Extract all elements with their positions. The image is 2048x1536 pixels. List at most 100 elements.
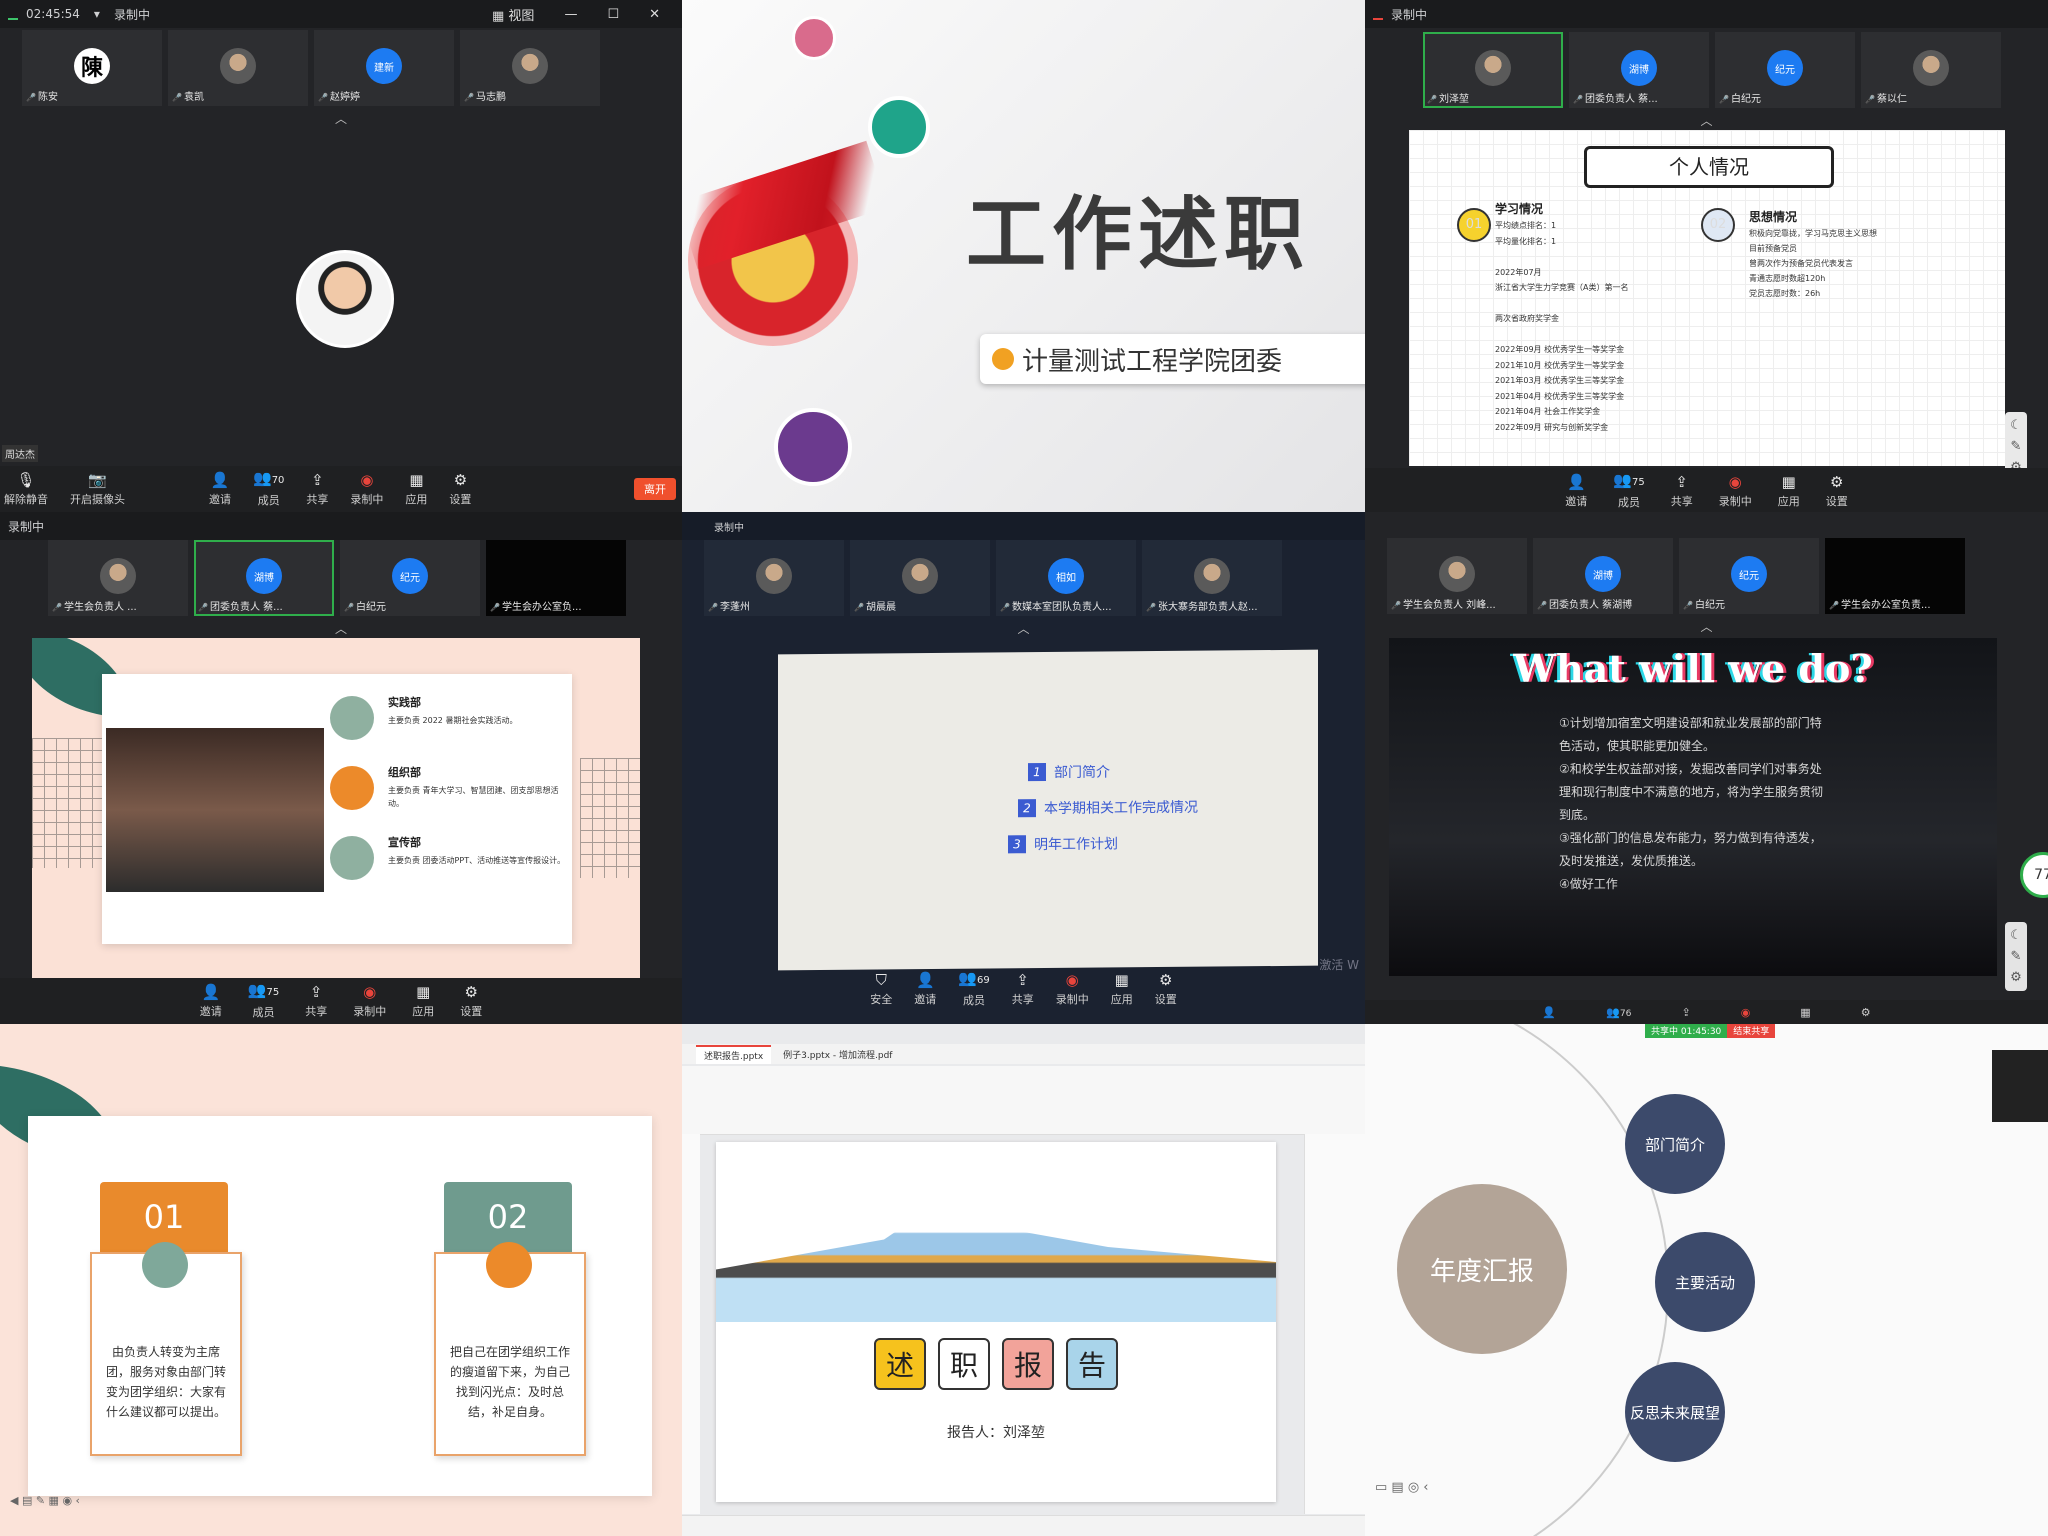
camera-button[interactable]: 📷 开启摄像头 (70, 472, 125, 507)
members-button[interactable]: 👥69 成员 (958, 970, 989, 1008)
participant-tile[interactable]: 纪元白纪元 (1715, 32, 1855, 108)
participant-tile[interactable]: 纪元白纪元 (1679, 538, 1819, 614)
apps-icon: ▦ (416, 982, 431, 1001)
study-list: 平均绩点排名：1 平均量化排名：1 2022年07月 浙江省大学生力学竞赛（A类）第… (1495, 218, 1628, 435)
participant-name: 团委负责人 蔡... (198, 598, 283, 613)
security-button[interactable]: ⛉ 安全 (870, 972, 892, 1007)
meeting-toolbar: ⛉ 安全 👤 邀请 👥69 成员 ⇪ 共享 ◉ 录制中 ▦ 应用 ⚙ 设置 (682, 966, 1365, 1012)
members-button[interactable]: 👥70 成员 (253, 470, 284, 508)
settings-button[interactable]: ⚙ 设置 (460, 984, 482, 1019)
members-button[interactable]: 👥76 (1606, 1006, 1631, 1019)
invite-button[interactable]: 👤 邀请 (1565, 474, 1587, 509)
view-button[interactable]: ▦ 视图 (492, 5, 534, 24)
participant-strip: 陳陈安 袁凯 建新赵婷婷 马志鹏 (14, 30, 682, 106)
agenda-text: 本学期相关工作完成情况 (1044, 799, 1198, 818)
share-button[interactable]: ⇪ 共享 (1671, 474, 1693, 509)
participant-tile[interactable]: 马志鹏 (460, 30, 600, 106)
dropdown-icon[interactable]: ▾ (94, 7, 100, 21)
topic-node[interactable]: 部门简介 (1625, 1094, 1725, 1194)
participant-tile[interactable]: 湖博团委负责人 蔡湖博 (1533, 538, 1673, 614)
apps-button[interactable]: ▦ 应用 (1778, 474, 1800, 509)
moon-icon[interactable]: ☾ (2010, 928, 2022, 943)
panel-5: 录制中 李蓬州 胡晨晨 相如数媒本室团队负责人... 张大寨务部负责人赵... … (682, 512, 1365, 1024)
settings-button[interactable]: ⚙ 设置 (449, 472, 471, 507)
panel-7-slide: 01 由负责人转变为主席团，服务对象由部门转变为团学组织：大家有什么建议都可以提出… (0, 1024, 682, 1536)
share-button[interactable]: ⇪ 共享 (1012, 972, 1034, 1007)
recording-button[interactable]: ◉ 录制中 (350, 472, 383, 507)
participant-tile[interactable]: 相如数媒本室团队负责人... (996, 540, 1136, 616)
gear-icon[interactable]: ⚙ (1861, 1006, 1871, 1019)
invite-button[interactable]: 👤 邀请 (200, 984, 222, 1019)
record-icon[interactable]: ◉ (1741, 1006, 1751, 1019)
collapse-strip-icon[interactable]: ︿ (1700, 112, 1712, 129)
invite-icon[interactable]: 👤 (1542, 1006, 1556, 1019)
recording-button[interactable]: ◉ 录制中 (1719, 474, 1752, 509)
participant-tile[interactable]: 袁凯 (168, 30, 308, 106)
brush-icon[interactable]: ✎ (2011, 949, 2022, 964)
participant-tile[interactable]: 胡晨晨 (850, 540, 990, 616)
minimized-window[interactable] (1992, 1050, 2048, 1122)
notification-badge[interactable]: 77 (2020, 852, 2048, 898)
participant-tile[interactable]: 纪元白纪元 (340, 540, 480, 616)
settings-button[interactable]: ⚙ 设置 (1155, 972, 1177, 1007)
minimize-icon[interactable]: — (564, 7, 577, 22)
shared-slide-photo: 1 部门简介 2 本学期相关工作完成情况 3 明年工作计划 (778, 649, 1318, 971)
list-item: 两次省政府奖学金 (1495, 314, 1559, 323)
list-item: 2021年04月 校优秀学生三等奖学金 (1495, 391, 1625, 401)
members-button[interactable]: 👥75 成员 (1613, 472, 1644, 510)
participant-tile[interactable]: 蔡以仁 (1861, 32, 2001, 108)
participant-name: 马志鹏 (464, 88, 506, 103)
settings-button[interactable]: ⚙ 设置 (1826, 474, 1848, 509)
collapse-strip-icon[interactable]: ︿ (1017, 620, 1029, 637)
participant-tile[interactable]: 学生会办公室负责... (1825, 538, 1965, 614)
gear-icon[interactable]: ⚙ (2010, 970, 2022, 985)
window-controls: ▦ 视图 — ☐ ✕ (492, 0, 674, 28)
apps-button[interactable]: ▦ 应用 (405, 472, 427, 507)
apps-button[interactable]: ▦ 应用 (1111, 972, 1133, 1007)
participant-tile[interactable]: 学生会负责人 ... (48, 540, 188, 616)
unmute-button[interactable]: 🎙 解除静音 (4, 472, 48, 507)
recording-button[interactable]: ◉ 录制中 (1056, 972, 1089, 1007)
topic-node[interactable]: 反思未来展望 (1625, 1362, 1725, 1462)
collapse-strip-icon[interactable]: ︿ (335, 620, 347, 637)
invite-button[interactable]: 👤 邀请 (914, 972, 936, 1007)
participant-tile[interactable]: 刘泽堃 (1423, 32, 1563, 108)
stop-share-button[interactable]: 结束共享 (1727, 1024, 1776, 1038)
maximize-icon[interactable]: ☐ (607, 7, 619, 22)
slide-title: 工作述职 (966, 187, 1310, 281)
members-button[interactable]: 👥75 成员 (248, 982, 279, 1020)
camera-off-icon: 📷 (88, 470, 107, 489)
moon-icon[interactable]: ☾ (2010, 418, 2022, 433)
collapse-strip-icon[interactable]: ︿ (1700, 618, 1712, 635)
leave-button[interactable]: 离开 (634, 478, 676, 500)
invite-button[interactable]: 👤 邀请 (209, 472, 231, 507)
participant-tile[interactable]: 湖博团委负责人 蔡... (194, 540, 334, 616)
chat-controls: ▭ ▤ ◎ ‹ (1375, 1480, 1429, 1495)
share-button[interactable]: ⇪ 共享 (306, 472, 328, 507)
center-circle: 年度汇报 (1397, 1184, 1567, 1354)
apps-icon[interactable]: ▦ (1800, 1006, 1810, 1019)
share-button[interactable]: ⇪ 共享 (305, 984, 327, 1019)
avatar (1913, 50, 1949, 86)
close-icon[interactable]: ✕ (649, 7, 660, 22)
participant-tile[interactable]: 李蓬州 (704, 540, 844, 616)
panel-9-slide: 共享中 01:45:30 结束共享 年度汇报 部门简介 主要活动 反思未来展望 ▭ … (1365, 1024, 2048, 1536)
apps-button[interactable]: ▦ 应用 (412, 984, 434, 1019)
recording-button[interactable]: ◉ 录制中 (353, 984, 386, 1019)
participant-tile[interactable]: 张大寨务部负责人赵... (1142, 540, 1282, 616)
tab-pptx[interactable]: 述职报告.pptx (696, 1044, 772, 1064)
collapse-strip-icon[interactable]: ︿ (335, 110, 347, 127)
participant-tile[interactable]: 学生会办公室负... (486, 540, 626, 616)
status-bar: 录制中 (0, 512, 682, 540)
share-icon[interactable]: ⇪ (1681, 1006, 1690, 1019)
tab-pdf[interactable]: 例子3.pptx - 增加流程.pdf (775, 1046, 900, 1063)
participant-tile[interactable]: 湖博团委负责人 蔡... (1569, 32, 1709, 108)
participant-tile[interactable]: 陳陈安 (22, 30, 162, 106)
brush-icon[interactable]: ✎ (2011, 439, 2022, 454)
agenda-text: 部门简介 (1054, 764, 1110, 781)
participant-tile[interactable]: 建新赵婷婷 (314, 30, 454, 106)
topic-node[interactable]: 主要活动 (1655, 1232, 1755, 1332)
participant-tile[interactable]: 学生会负责人 刘峰... (1387, 538, 1527, 614)
editing-slide: 述职报告 报告人：刘泽堃 (716, 1142, 1276, 1502)
department-body: 主要负责 青年大学习、智慧团建、团支部思想活动。 (388, 786, 559, 808)
